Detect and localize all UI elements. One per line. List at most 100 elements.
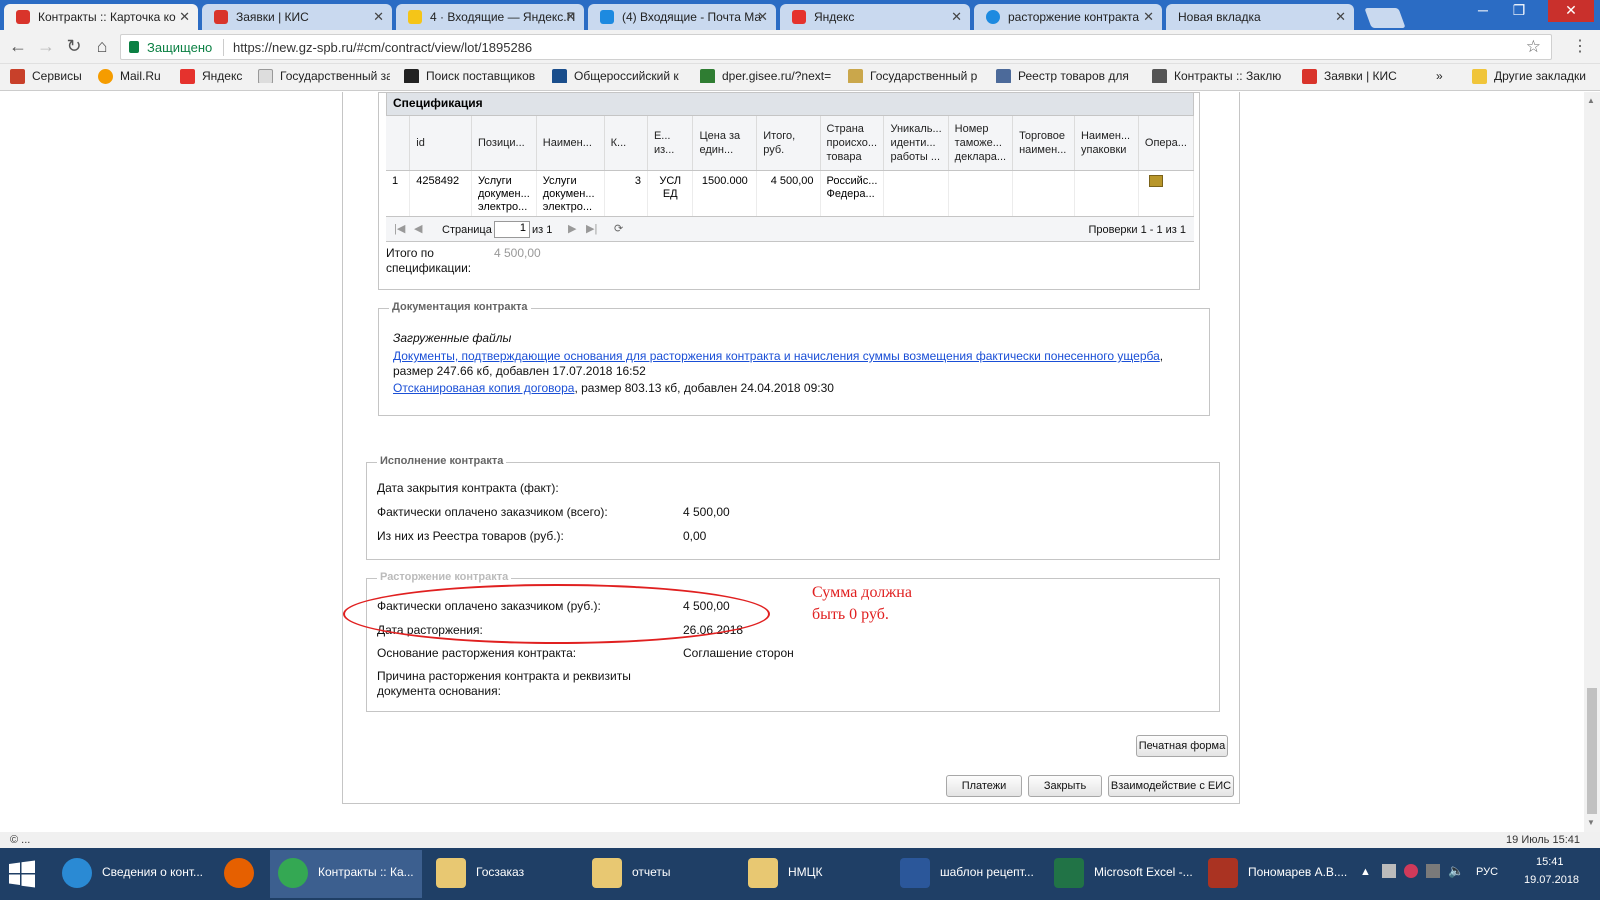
home-icon[interactable]: ⌂ bbox=[90, 36, 114, 58]
payments-button[interactable]: Платежи bbox=[946, 775, 1022, 797]
next-page-icon[interactable]: ▶ bbox=[568, 222, 576, 235]
window-close-button[interactable]: ✕ bbox=[1548, 0, 1594, 22]
taskbar-item-ie[interactable]: Сведения о конт... bbox=[54, 850, 214, 898]
column-header[interactable]: Страна происхо... товара bbox=[820, 116, 885, 171]
close-icon[interactable]: ✕ bbox=[373, 9, 384, 25]
scroll-thumb[interactable] bbox=[1587, 688, 1597, 814]
bookmark-item[interactable]: dper.gisee.ru/?next= bbox=[700, 69, 832, 83]
tab-mailru[interactable]: (4) Входящие - Почта Ма ✕ bbox=[588, 4, 776, 30]
pager-summary: Проверки 1 - 1 из 1 bbox=[1088, 224, 1186, 236]
column-header[interactable]: Цена за един... bbox=[692, 116, 758, 171]
windows-start-icon[interactable] bbox=[8, 860, 36, 888]
taskbar-item-chrome[interactable]: Контракты :: Ка... bbox=[270, 850, 422, 898]
column-header[interactable]: Номер таможе... деклара... bbox=[948, 116, 1014, 171]
table-cell: 4258492 bbox=[409, 170, 472, 218]
taskbar-item-folder[interactable]: отчеты bbox=[584, 850, 736, 898]
column-header[interactable] bbox=[386, 116, 411, 171]
clock-date[interactable]: 19.07.2018 bbox=[1524, 874, 1579, 886]
column-header[interactable]: Наимен... bbox=[536, 116, 605, 171]
taskbar-item-word[interactable]: шаблон рецепт... bbox=[892, 850, 1042, 898]
menu-icon[interactable]: ⋮ bbox=[1572, 36, 1588, 56]
close-button[interactable]: Закрыть bbox=[1028, 775, 1102, 797]
bookmark-item[interactable]: Контракты :: Заклю bbox=[1152, 69, 1290, 83]
close-icon[interactable]: ✕ bbox=[179, 9, 190, 25]
tab-yandex-mail[interactable]: 4 · Входящие — Яндекс.П ✕ bbox=[396, 4, 584, 30]
table-row[interactable]: 1 4258492 Услуги докумен... электро... У… bbox=[386, 170, 1195, 218]
restore-button[interactable]: ❐ bbox=[1502, 0, 1536, 22]
column-header[interactable]: Торговое наимен... bbox=[1012, 116, 1075, 171]
file-link[interactable]: Документы, подтверждающие основания для … bbox=[393, 349, 1160, 363]
bookmark-item[interactable]: Яндекс bbox=[180, 69, 242, 84]
eis-interaction-button[interactable]: Взаимодействие с ЕИС bbox=[1108, 775, 1234, 797]
print-form-button[interactable]: Печатная форма bbox=[1136, 735, 1228, 757]
reload-icon[interactable]: ↻ bbox=[62, 36, 86, 58]
last-page-icon[interactable]: ▶| bbox=[586, 222, 597, 235]
tab-yandex[interactable]: Яндекс ✕ bbox=[780, 4, 970, 30]
tab-search[interactable]: расторжение контракта ✕ bbox=[974, 4, 1162, 30]
taskbar-item-firefox[interactable] bbox=[216, 850, 268, 898]
forward-icon[interactable]: → bbox=[34, 36, 58, 58]
taskbar-item-folder[interactable]: Госзаказ bbox=[428, 850, 580, 898]
column-header[interactable]: Уникаль... иденти... работы ... bbox=[883, 116, 949, 171]
column-header[interactable]: Итого, руб. bbox=[756, 116, 821, 171]
tray-app-icon[interactable] bbox=[1382, 864, 1396, 878]
prev-page-icon[interactable]: ◀ bbox=[414, 222, 422, 235]
column-header[interactable]: Наимен... упаковки bbox=[1074, 116, 1139, 171]
bookmark-item[interactable]: Mail.Ru bbox=[98, 69, 161, 84]
bookmark-label: Реестр товаров для bbox=[1018, 69, 1129, 83]
taskbar-label: Контракты :: Ка... bbox=[318, 865, 414, 879]
bookmark-item[interactable]: Сервисы bbox=[10, 69, 82, 84]
browser-toolbar: ← → ↻ ⌂ Защищено https://new.gz-spb.ru/#… bbox=[0, 30, 1600, 64]
input-language[interactable]: РУС bbox=[1476, 866, 1498, 878]
tray-expand-icon[interactable]: ▲ bbox=[1360, 866, 1371, 878]
tray-app-icon[interactable] bbox=[1404, 864, 1418, 878]
bookmark-item[interactable]: Государственный р bbox=[848, 69, 980, 83]
page-input[interactable]: 1 bbox=[494, 221, 530, 238]
file-link[interactable]: Отсканированая копия договора bbox=[393, 381, 574, 395]
bookmark-item[interactable]: Общероссийский к bbox=[552, 69, 682, 83]
tray-app-icon[interactable] bbox=[1426, 864, 1440, 878]
taskbar-item-excel[interactable]: Microsoft Excel -... bbox=[1046, 850, 1196, 898]
volume-icon[interactable]: 🔈 bbox=[1448, 863, 1464, 879]
close-icon[interactable]: ✕ bbox=[1335, 9, 1346, 25]
column-header[interactable]: Е... из... bbox=[647, 116, 694, 171]
close-icon[interactable]: ✕ bbox=[757, 9, 768, 25]
back-icon[interactable]: ← bbox=[6, 36, 30, 58]
close-icon[interactable]: ✕ bbox=[1143, 9, 1154, 25]
bookmark-item[interactable]: Государственный за bbox=[258, 69, 390, 83]
bookmark-star-icon[interactable]: ☆ bbox=[1526, 37, 1541, 57]
column-header[interactable]: id bbox=[409, 116, 472, 171]
column-header[interactable]: Позици... bbox=[471, 116, 537, 171]
spec-title: Спецификация bbox=[386, 92, 1194, 116]
bookmark-item[interactable]: Поиск поставщиков bbox=[404, 69, 538, 83]
mail-icon bbox=[408, 10, 422, 24]
tab-kis[interactable]: Заявки | КИС ✕ bbox=[202, 4, 392, 30]
bookmarks-more-button[interactable]: » bbox=[1436, 69, 1443, 83]
other-bookmarks[interactable]: Другие закладки bbox=[1472, 69, 1586, 84]
status-left: © ... bbox=[10, 834, 31, 846]
first-page-icon[interactable]: |◀ bbox=[394, 222, 405, 235]
bookmark-item[interactable]: Реестр товаров для bbox=[996, 69, 1136, 83]
close-icon[interactable]: ✕ bbox=[951, 9, 962, 25]
taskbar-item-folder[interactable]: НМЦК bbox=[740, 850, 886, 898]
tab-contracts[interactable]: Контракты :: Карточка ко ✕ bbox=[4, 4, 198, 30]
column-header[interactable]: Опера... bbox=[1138, 116, 1195, 171]
url-text[interactable]: https://new.gz-spb.ru/#cm/contract/view/… bbox=[233, 40, 532, 55]
refresh-icon[interactable]: ⟳ bbox=[614, 222, 623, 235]
address-bar[interactable]: Защищено https://new.gz-spb.ru/#cm/contr… bbox=[120, 34, 1552, 60]
view-document-icon[interactable] bbox=[1148, 174, 1163, 187]
column-header[interactable]: К... bbox=[604, 116, 648, 171]
close-icon[interactable]: ✕ bbox=[565, 9, 576, 25]
scroll-down-icon[interactable]: ▼ bbox=[1587, 818, 1595, 827]
new-tab-button[interactable] bbox=[1364, 8, 1406, 28]
taskbar-item-message[interactable]: Пономарев А.В.... bbox=[1200, 850, 1350, 898]
clock-time[interactable]: 15:41 bbox=[1536, 856, 1564, 868]
minimize-button[interactable]: ─ bbox=[1466, 0, 1500, 22]
tab-new[interactable]: Новая вкладка ✕ bbox=[1166, 4, 1354, 30]
field-label: Фактически оплачено заказчиком (всего): bbox=[377, 505, 608, 519]
spec-total-label: Итого по спецификации: bbox=[386, 246, 472, 275]
folder-icon bbox=[436, 858, 466, 888]
page-scrollbar[interactable]: ▲ ▼ bbox=[1584, 92, 1600, 832]
scroll-up-icon[interactable]: ▲ bbox=[1587, 96, 1595, 105]
bookmark-item[interactable]: Заявки | КИС bbox=[1302, 69, 1397, 84]
